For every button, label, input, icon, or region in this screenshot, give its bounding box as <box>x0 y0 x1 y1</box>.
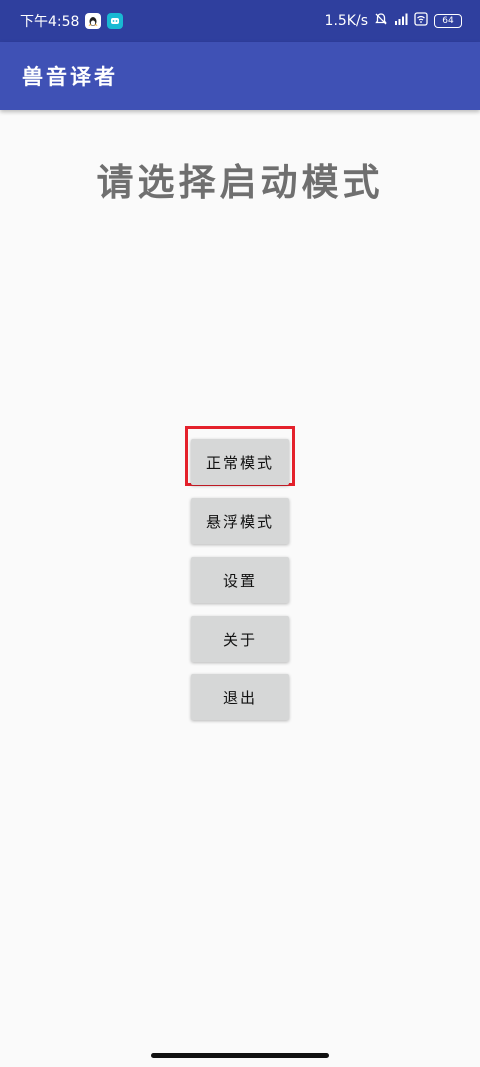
status-bar-left: 下午4:58 <box>20 11 124 31</box>
app-title: 兽音译者 <box>22 65 118 89</box>
mute-bell-icon <box>374 12 388 30</box>
settings-button[interactable]: 设置 <box>191 557 289 603</box>
battery-icon: 64 <box>434 14 462 28</box>
status-time: 下午4:58 <box>20 14 80 30</box>
wifi-icon <box>414 12 428 30</box>
home-indicator[interactable] <box>151 1053 329 1058</box>
status-bar: 下午4:58 1.5K/s 64 <box>0 0 480 42</box>
battery-level: 64 <box>442 15 454 26</box>
status-bar-right: 1.5K/s 64 <box>325 12 462 30</box>
floating-mode-button[interactable]: 悬浮模式 <box>191 498 289 544</box>
signal-icon <box>394 13 408 29</box>
exit-button[interactable]: 退出 <box>191 674 289 720</box>
page-heading: 请选择启动模式 <box>96 161 384 204</box>
qq-icon <box>85 13 102 29</box>
message-app-icon <box>107 13 124 29</box>
about-button[interactable]: 关于 <box>191 616 289 662</box>
app-bar: 兽音译者 <box>0 42 480 110</box>
network-speed: 1.5K/s <box>324 13 368 29</box>
normal-mode-button[interactable]: 正常模式 <box>191 439 289 485</box>
